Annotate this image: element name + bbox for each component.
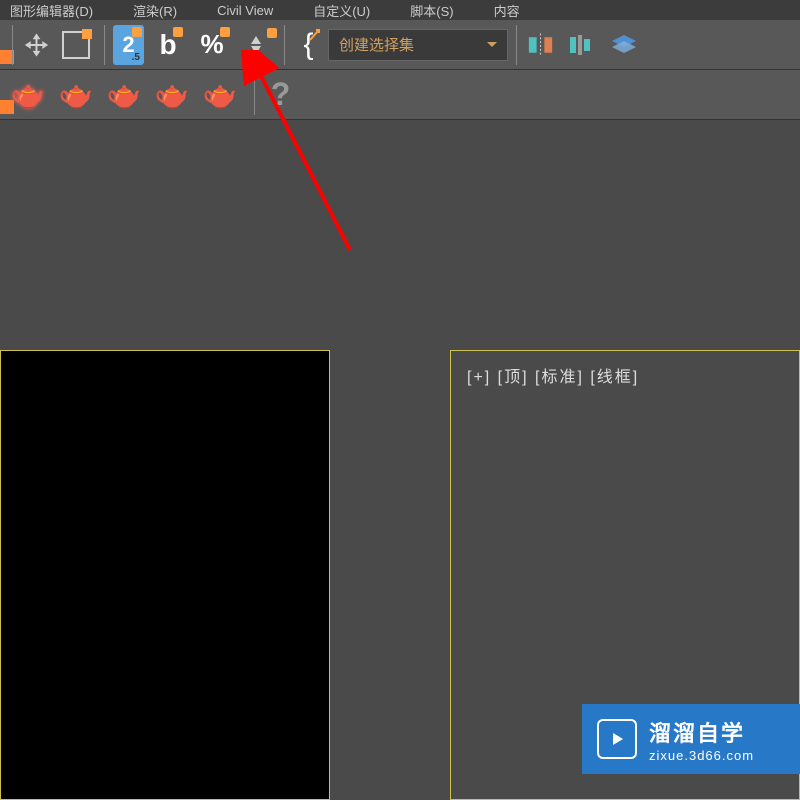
teapot-dark-icon: 🫖 — [203, 78, 238, 111]
render-toolbar: 🫖 🫖 🫖 🫖 🫖 ? — [0, 70, 800, 120]
percent-icon: % — [200, 29, 223, 60]
watermark: 溜溜自学 zixue.3d66.com — [582, 704, 800, 774]
render-frame[interactable]: 🫖 — [56, 75, 96, 115]
selection-set-label: 创建选择集 — [339, 34, 414, 55]
corner-dot-icon — [267, 28, 277, 38]
snap-toggle[interactable]: 2 .5 — [104, 25, 144, 65]
render-activeshade[interactable]: 🫖 — [200, 75, 240, 115]
curly-brace-icon: { — [303, 28, 313, 62]
main-toolbar: 2 .5 b % { — [0, 20, 800, 70]
spinner-snap-toggle[interactable] — [236, 25, 276, 65]
teapot-red-icon: 🫖 — [11, 78, 46, 111]
spinner-icon — [241, 30, 271, 60]
select-region-tool[interactable] — [56, 25, 96, 65]
menu-content[interactable]: 内容 — [494, 1, 520, 20]
snap-2-5-icon: 2 .5 — [113, 25, 144, 65]
named-selection-edit[interactable]: { — [284, 25, 324, 65]
watermark-title: 溜溜自学 — [649, 716, 754, 748]
menu-script[interactable]: 脚本(S) — [410, 1, 453, 20]
angle-snap-toggle[interactable]: b — [148, 25, 188, 65]
viewport-label[interactable]: [+] [顶] [标准] [线框] — [467, 363, 639, 387]
menu-render[interactable]: 渲染(R) — [133, 1, 177, 20]
align-tool[interactable] — [560, 25, 600, 65]
menu-customize[interactable]: 自定义(U) — [313, 1, 370, 20]
render-production[interactable]: 🫖 — [104, 75, 144, 115]
mirror-tool[interactable] — [516, 25, 556, 65]
selection-set-dropdown[interactable]: 创建选择集 — [328, 29, 508, 61]
teapot-yellow-icon: 🫖 — [107, 78, 142, 111]
help-button[interactable]: ? — [254, 75, 294, 115]
chevron-down-icon — [487, 42, 497, 47]
percent-snap-toggle[interactable]: % — [192, 25, 232, 65]
render-setup[interactable]: 🫖 — [8, 75, 48, 115]
render-iterative[interactable]: 🫖 — [152, 75, 192, 115]
watermark-logo-icon — [597, 719, 637, 759]
menu-bar: 图形编辑器(D) 渲染(R) Civil View 自定义(U) 脚本(S) 内… — [0, 0, 800, 20]
rectangle-icon — [62, 31, 90, 59]
move-tool[interactable] — [12, 25, 52, 65]
viewport-left[interactable] — [0, 350, 330, 800]
teapot-water-icon: 🫖 — [155, 78, 190, 111]
menu-civil-view[interactable]: Civil View — [217, 3, 273, 18]
question-icon: ? — [271, 76, 291, 113]
layers-tool[interactable] — [604, 25, 644, 65]
corner-indicator-icon — [82, 29, 92, 39]
corner-dot-icon — [173, 27, 183, 37]
menu-graphics-editor[interactable]: 图形编辑器(D) — [10, 1, 93, 20]
teapot-blue-icon: 🫖 — [59, 78, 94, 111]
watermark-url: zixue.3d66.com — [649, 748, 754, 763]
viewport-area: [+] [顶] [标准] [线框] — [0, 120, 800, 800]
snap-corner-icon — [132, 27, 142, 37]
corner-dot-icon — [220, 27, 230, 37]
angle-icon: b — [159, 29, 176, 61]
